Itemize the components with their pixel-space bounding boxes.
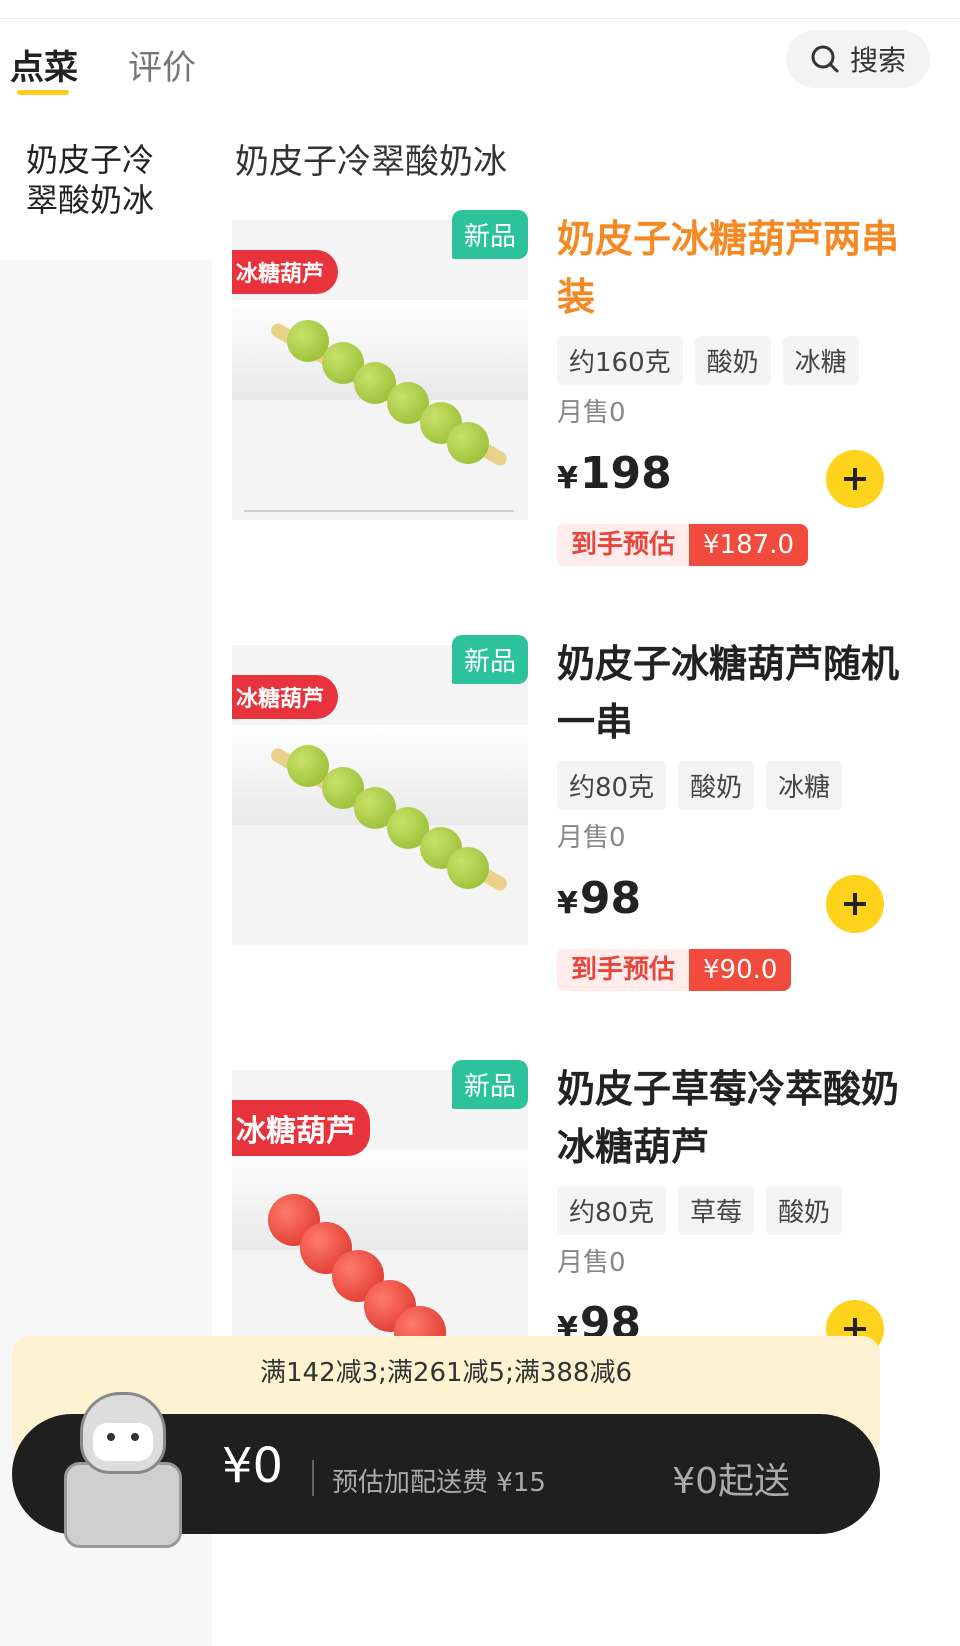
product-name[interactable]: 奶皮子冰糖葫芦随机一串	[557, 635, 927, 751]
new-badge: 新品	[452, 210, 529, 259]
product-card[interactable]: 冰糖葫芦 新品 奶皮子冰糖葫芦随机一串 约80克 酸奶 冰糖 月售0 ¥98 到…	[232, 635, 932, 1075]
tab-order[interactable]: 点菜	[10, 40, 78, 89]
monthly-sales: 月售0	[557, 823, 626, 853]
tag: 酸奶	[678, 761, 755, 810]
tag: 约160克	[557, 336, 683, 385]
tag: 酸奶	[694, 336, 771, 385]
product-tags: 约160克 酸奶 冰糖	[557, 336, 859, 385]
estimate-label: 到手预估	[557, 949, 690, 991]
cart-mascot-icon[interactable]	[60, 1392, 182, 1548]
product-tags: 约80克 酸奶 冰糖	[557, 761, 843, 810]
image-label: 冰糖葫芦	[232, 675, 339, 719]
search-icon	[810, 44, 840, 74]
tag: 酸奶	[766, 1186, 843, 1235]
new-badge: 新品	[452, 1060, 529, 1109]
active-tab-indicator	[17, 90, 69, 95]
section-title: 奶皮子冷翠酸奶冰	[235, 142, 507, 182]
add-to-cart-button[interactable]	[826, 875, 884, 933]
estimate-label: 到手预估	[557, 524, 690, 566]
product-image[interactable]: 冰糖葫芦	[232, 1070, 528, 1370]
header-tabs: 点菜 评价 搜索	[0, 30, 960, 100]
monthly-sales: 月售0	[557, 398, 626, 428]
product-card[interactable]: 冰糖葫芦 新品 奶皮子冰糖葫芦两串装 约160克 酸奶 冰糖 月售0 ¥198 …	[232, 210, 932, 650]
estimate-value: ¥90.0	[689, 949, 792, 991]
price: ¥198	[557, 448, 672, 499]
discount-text: 满142减3;满261减5;满388减6	[259, 1358, 633, 1388]
tag: 冰糖	[766, 761, 843, 810]
search-label: 搜索	[849, 44, 906, 77]
tab-reviews[interactable]: 评价	[128, 40, 196, 89]
tag: 冰糖	[782, 336, 859, 385]
product-image[interactable]: 冰糖葫芦	[232, 645, 528, 945]
tag: 草莓	[678, 1186, 755, 1235]
add-to-cart-button[interactable]	[826, 450, 884, 508]
estimated-price: 到手预估 ¥90.0	[557, 949, 792, 991]
tag: 约80克	[557, 761, 667, 810]
status-strip	[0, 0, 960, 19]
divider	[312, 1460, 314, 1496]
product-image[interactable]: 冰糖葫芦	[232, 220, 528, 520]
product-tags: 约80克 草莓 酸奶	[557, 1186, 843, 1235]
search-button[interactable]: 搜索	[786, 30, 930, 88]
image-label: 冰糖葫芦	[232, 250, 339, 294]
new-badge: 新品	[452, 635, 529, 684]
category-label: 奶皮子冷翠酸奶冰	[26, 141, 155, 219]
product-name[interactable]: 奶皮子冰糖葫芦两串装	[557, 210, 927, 326]
estimate-value: ¥187.0	[689, 524, 808, 566]
estimated-price: 到手预估 ¥187.0	[557, 524, 808, 566]
cart-total: ¥0	[222, 1438, 284, 1494]
plus-icon	[844, 468, 866, 490]
product-name[interactable]: 奶皮子草莓冷萃酸奶冰糖葫芦	[557, 1060, 927, 1176]
delivery-fee: 预估加配送费 ¥15	[332, 1468, 546, 1498]
plus-icon	[844, 893, 866, 915]
tag: 约80克	[557, 1186, 667, 1235]
category-item[interactable]: 奶皮子冷翠酸奶冰	[0, 120, 212, 260]
image-label: 冰糖葫芦	[232, 1100, 370, 1156]
monthly-sales: 月售0	[557, 1248, 626, 1278]
price: ¥98	[557, 873, 642, 924]
min-order-button[interactable]: ¥0起送	[672, 1452, 790, 1504]
